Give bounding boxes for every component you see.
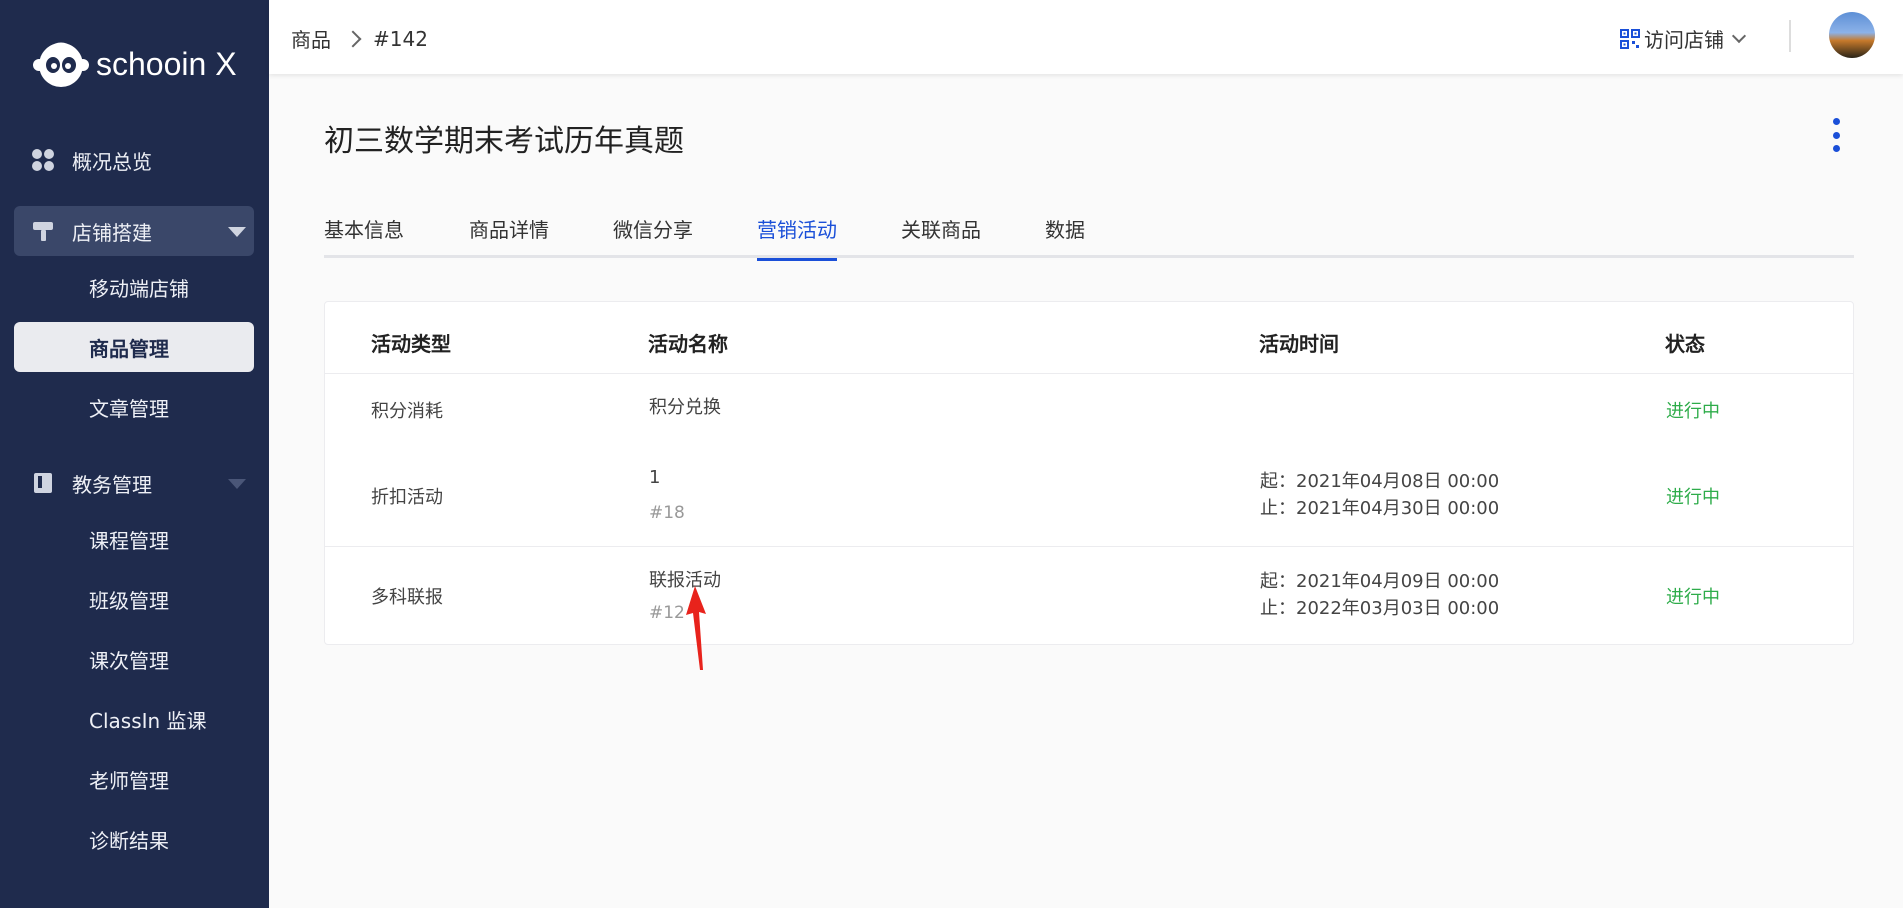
column-header-time: 活动时间: [1259, 332, 1339, 356]
row2-start-time: 起：2021年04月08日 00:00: [1260, 471, 1500, 492]
nav-diagnosis-results[interactable]: 诊断结果: [14, 814, 254, 864]
tab-wechat-share[interactable]: 微信分享: [613, 214, 693, 258]
brand-name: schooin X: [96, 45, 237, 82]
header-divider: [1789, 20, 1791, 52]
row3-start-time: 起：2021年04月09日 00:00: [1260, 571, 1500, 592]
column-header-name: 活动名称: [648, 332, 728, 356]
row2-end-time: 止：2021年04月30日 00:00: [1260, 498, 1500, 519]
more-options-icon[interactable]: [1830, 118, 1842, 152]
nav-lesson-management-label: 课次管理: [89, 648, 169, 673]
column-header-status: 状态: [1665, 332, 1705, 356]
page-title: 初三数学期末考试历年真题: [324, 124, 684, 159]
nav-product-management-label: 商品管理: [89, 336, 169, 361]
nav-academic-label: 教务管理: [72, 472, 152, 497]
visit-store-button[interactable]: 访问店铺: [1620, 24, 1747, 53]
nav-mobile-store-label: 移动端店铺: [89, 276, 189, 301]
header-divider: [325, 373, 1853, 374]
nav-teacher-management[interactable]: 老师管理: [14, 754, 254, 804]
row2-id: #18: [649, 503, 685, 523]
nav-academic[interactable]: 教务管理: [14, 458, 254, 508]
nav-product-management[interactable]: 商品管理: [14, 322, 254, 372]
paint-roller-icon: [30, 218, 56, 244]
row1-status: 进行中: [1666, 401, 1720, 422]
tab-marketing[interactable]: 营销活动: [757, 214, 837, 261]
nav-mobile-store[interactable]: 移动端店铺: [14, 262, 254, 312]
chevron-down-icon: [1731, 28, 1747, 43]
nav-overview[interactable]: 概况总览: [14, 135, 254, 185]
breadcrumb: 商品 #142: [291, 24, 428, 53]
avatar[interactable]: [1829, 12, 1875, 58]
caret-down-icon: [228, 227, 246, 237]
sidebar: schooin X 概况总览 店铺搭建 移动端店铺 商品管理 文章管理 教务管理…: [0, 0, 269, 908]
nav-lesson-management[interactable]: 课次管理: [14, 634, 254, 684]
nav-store-building-label: 店铺搭建: [72, 220, 152, 245]
nav-diagnosis-results-label: 诊断结果: [89, 828, 169, 853]
row-divider: [325, 546, 1853, 547]
nav-classin-monitor[interactable]: ClassIn 监课: [14, 694, 254, 744]
nav-class-management[interactable]: 班级管理: [14, 574, 254, 624]
breadcrumb-current: #142: [373, 26, 428, 51]
caret-down-icon: [228, 479, 246, 489]
row1-name[interactable]: 积分兑换: [649, 393, 721, 419]
nav-classin-monitor-label: ClassIn 监课: [89, 708, 207, 733]
breadcrumb-products[interactable]: 商品: [291, 24, 331, 53]
tab-related-products[interactable]: 关联商品: [901, 214, 981, 258]
top-header: 商品 #142 访问店铺: [269, 0, 1903, 74]
nav-article-management-label: 文章管理: [89, 396, 169, 421]
row3-end-time: 止：2022年03月03日 00:00: [1260, 598, 1500, 619]
nav-overview-label: 概况总览: [72, 149, 152, 174]
nav-course-management-label: 课程管理: [89, 528, 169, 553]
book-icon: [30, 470, 56, 496]
monkey-logo-icon: [32, 38, 90, 90]
tab-bar: 基本信息 商品详情 微信分享 营销活动 关联商品 数据: [324, 210, 1854, 261]
annotation-arrow-icon: [686, 586, 706, 670]
column-header-type: 活动类型: [371, 332, 451, 356]
row2-type: 折扣活动: [371, 487, 443, 508]
row1-type: 积分消耗: [371, 401, 443, 422]
row3-status: 进行中: [1666, 587, 1720, 608]
marketing-activity-table: 活动类型 活动名称 活动时间 状态 积分消耗 积分兑换 进行中 折扣活动 1 #…: [324, 301, 1854, 645]
brand-logo[interactable]: schooin X: [32, 36, 237, 92]
row2-status: 进行中: [1666, 487, 1720, 508]
dashboard-icon: [30, 147, 56, 173]
tab-product-details[interactable]: 商品详情: [469, 214, 549, 258]
tab-data[interactable]: 数据: [1045, 214, 1085, 258]
row2-name[interactable]: 1: [649, 467, 660, 488]
row3-type: 多科联报: [371, 587, 443, 608]
nav-course-management[interactable]: 课程管理: [14, 514, 254, 564]
visit-store-label: 访问店铺: [1644, 28, 1724, 52]
nav-store-building[interactable]: 店铺搭建: [14, 206, 254, 256]
nav-class-management-label: 班级管理: [89, 588, 169, 613]
chevron-right-icon: [344, 30, 362, 47]
nav-teacher-management-label: 老师管理: [89, 768, 169, 793]
nav-article-management[interactable]: 文章管理: [14, 382, 254, 432]
qr-code-icon: [1620, 28, 1640, 49]
tab-basic-info[interactable]: 基本信息: [324, 214, 404, 258]
